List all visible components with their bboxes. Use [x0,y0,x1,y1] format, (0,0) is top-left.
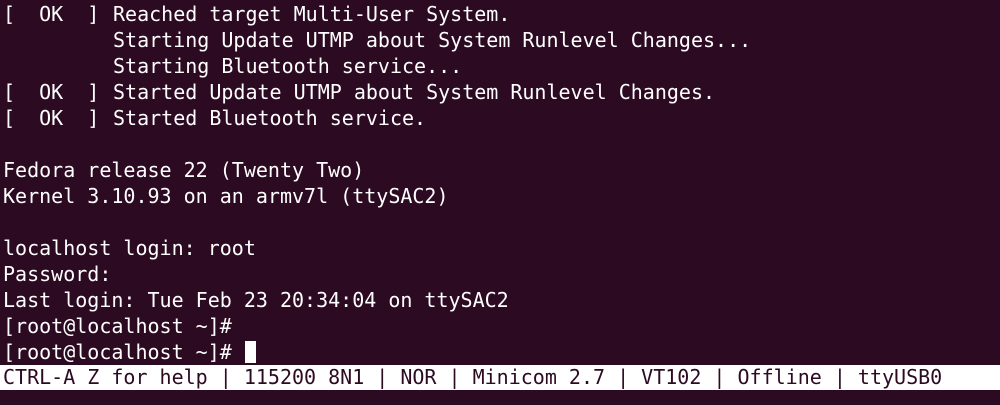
password-line: Password: [3,262,112,286]
ok-status: [ OK ] [3,80,100,104]
cursor-block [244,341,256,363]
ok-status: [ OK ] [3,2,100,26]
boot-line-text: Starting Bluetooth service... [113,54,463,78]
release-line: Fedora release 22 (Twenty Two) [3,158,365,182]
terminal-window[interactable]: [ OK ] Reached target Multi-User System. … [0,0,1000,405]
boot-line-3: Starting Bluetooth service... [3,53,751,79]
boot-line-2: Starting Update UTMP about System Runlev… [3,27,751,53]
boot-line-1: [ OK ] Reached target Multi-User System. [3,1,751,27]
boot-line-5: [ OK ] Started Bluetooth service. [3,105,751,131]
boot-line-text: Started Bluetooth service. [113,106,427,130]
terminal-output: [ OK ] Reached target Multi-User System. … [3,1,751,365]
minicom-status-bar: CTRL-A Z for help | 115200 8N1 | NOR | M… [0,365,1000,390]
ok-status: [ OK ] [3,106,100,130]
login-line: localhost login: root [3,236,256,260]
shell-prompt-2[interactable]: [root@localhost ~]# [3,339,751,365]
shell-prompt-1: [root@localhost ~]# [3,314,232,338]
boot-line-text: Reached target Multi-User System. [113,2,511,26]
boot-line-4: [ OK ] Started Update UTMP about System R… [3,79,751,105]
empty-status [3,27,113,53]
boot-line-text: Started Update UTMP about System Runleve… [113,80,716,104]
boot-line-text: Starting Update UTMP about System Runlev… [113,28,752,52]
empty-status [3,53,113,79]
last-login-line: Last login: Tue Feb 23 20:34:04 on ttySA… [3,288,509,312]
kernel-line: Kernel 3.10.93 on an armv7l (ttySAC2) [3,184,449,208]
shell-prompt-text: [root@localhost ~]# [3,340,232,364]
